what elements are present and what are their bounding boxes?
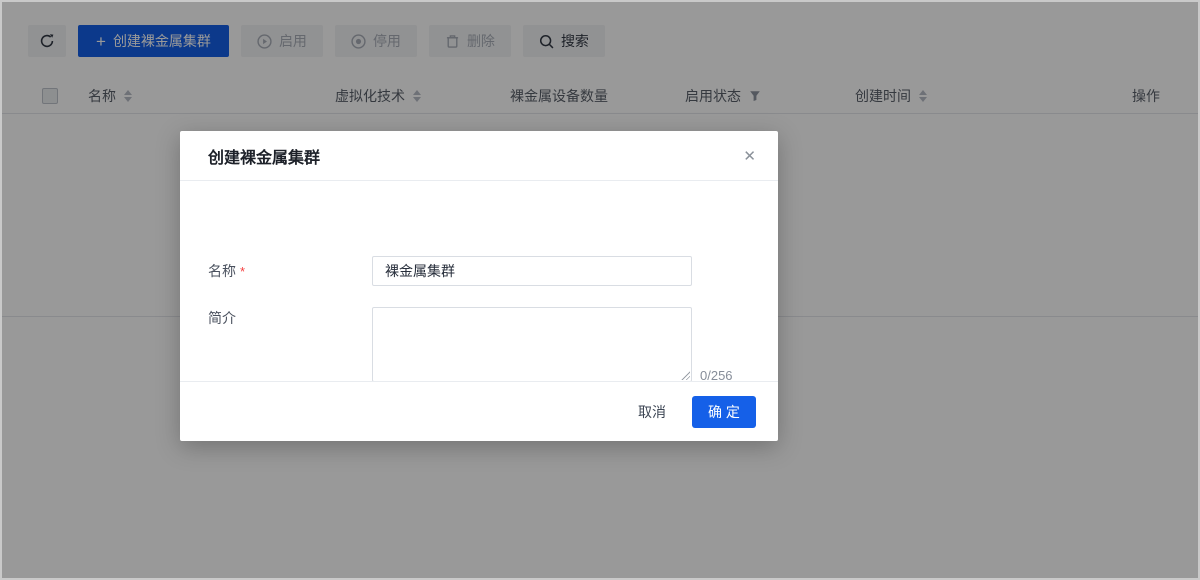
name-field-label: 名称*: [208, 256, 245, 286]
description-textarea[interactable]: [372, 307, 692, 382]
modal-footer: 取消 确 定: [180, 381, 778, 441]
confirm-button[interactable]: 确 定: [692, 396, 756, 428]
close-icon[interactable]: ✕: [743, 131, 756, 181]
cancel-button[interactable]: 取消: [634, 396, 670, 428]
description-field-label: 简介: [208, 307, 236, 329]
modal-title: 创建裸金属集群: [208, 144, 320, 168]
required-mark: *: [240, 264, 245, 279]
bare-metal-cluster-page: + 创建裸金属集群 启用 停用: [0, 0, 1200, 580]
modal-header: 创建裸金属集群 ✕: [180, 131, 778, 181]
name-input[interactable]: [372, 256, 692, 286]
description-textarea-wrap: [372, 307, 692, 382]
create-cluster-modal: 创建裸金属集群 ✕ 名称* 简介 0/256 取消 确 定: [180, 131, 778, 441]
modal-body: 名称* 简介 0/256: [180, 181, 778, 381]
